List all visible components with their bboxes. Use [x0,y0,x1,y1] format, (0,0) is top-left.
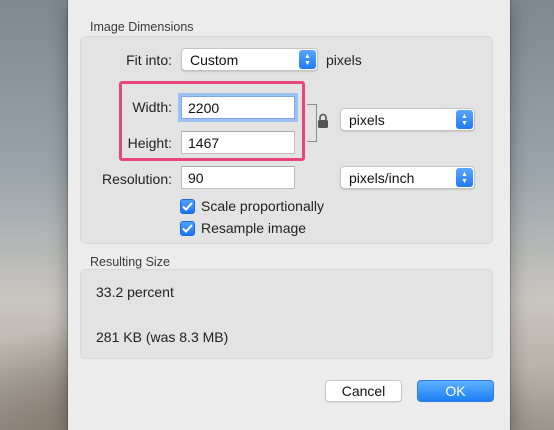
checkmark-icon [180,198,195,214]
height-label: Height: [127,135,172,151]
lock-icon[interactable] [317,113,329,129]
image-dimensions-title: Image Dimensions [90,20,194,34]
resolution-label: Resolution: [101,171,172,187]
ok-button[interactable]: OK [417,380,494,402]
resulting-file-size: 281 KB (was 8.3 MB) [96,329,229,345]
cancel-button[interactable]: Cancel [325,380,402,402]
fit-into-value: Custom [190,52,239,68]
resample-image-label: Resample image [201,220,307,236]
size-unit-value: pixels [349,112,385,128]
checkmark-icon [180,220,195,236]
resulting-size-group [80,269,493,359]
popup-stepper-icon: ▲ ▼ [299,50,316,69]
popup-stepper-icon: ▲ ▼ [456,168,473,187]
size-unit-popup[interactable]: pixels ▲ ▼ [340,108,475,131]
fit-into-popup[interactable]: Custom ▲ ▼ [181,48,318,71]
height-field[interactable]: 1467 [181,131,295,154]
fit-into-label: Fit into: [126,52,172,68]
adjust-size-dialog: Image Dimensions Fit into: Custom ▲ ▼ pix… [68,0,510,430]
width-label: Width: [132,99,172,115]
fit-into-unit: pixels [326,52,362,68]
resolution-unit-popup[interactable]: pixels/inch ▲ ▼ [340,166,475,189]
resulting-size-title: Resulting Size [90,255,170,269]
resolution-field[interactable]: 90 [181,166,295,189]
scale-proportionally-label: Scale proportionally [201,198,324,214]
scale-proportionally-checkbox[interactable]: Scale proportionally [180,198,324,214]
proportion-link-bracket [307,104,317,142]
resolution-unit-value: pixels/inch [349,170,415,186]
popup-stepper-icon: ▲ ▼ [456,110,473,129]
resample-image-checkbox[interactable]: Resample image [180,220,306,236]
width-field[interactable]: 2200 [181,96,295,119]
resulting-percent: 33.2 percent [96,284,174,300]
